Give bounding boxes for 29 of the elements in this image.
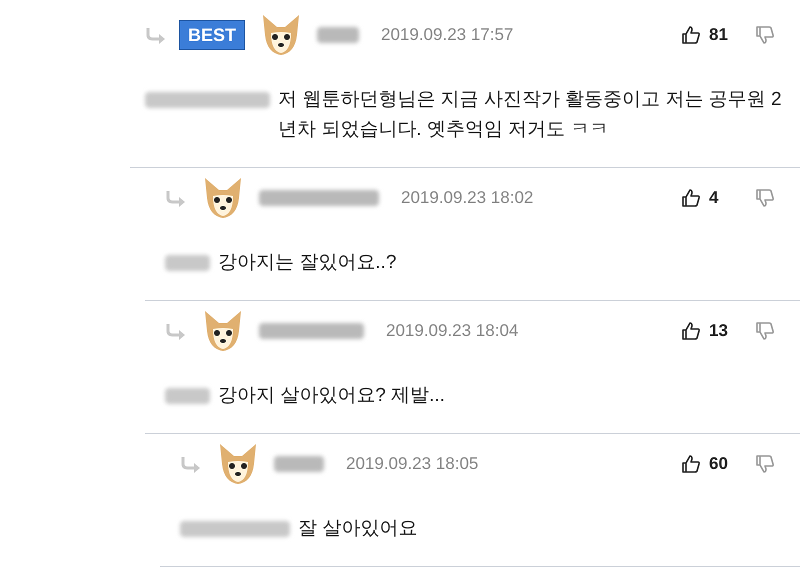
like-count: 13	[708, 320, 729, 342]
comment-date: 2019.09.23 18:04	[386, 320, 518, 342]
comment-text: 잘 살아있어요	[298, 517, 418, 541]
thumbs-down-icon[interactable]	[755, 25, 775, 45]
comment-date: 2019.09.23 18:02	[401, 187, 534, 210]
blurred-username	[165, 255, 210, 271]
comment-date: 2019.09.23 18:05	[346, 453, 478, 476]
thumbs-up-icon[interactable]	[681, 321, 701, 341]
blurred-username	[274, 456, 324, 472]
thumbs-down-icon[interactable]	[755, 188, 775, 208]
blurred-username	[165, 388, 210, 404]
thumbs-down-icon[interactable]	[755, 321, 775, 341]
comment-text: 저 웹툰하던형님은 지금 사진작가 활동중이고 저는 공무원 2년차 되었습니다. 옛추억임 저거도 ㅋㅋ	[278, 88, 783, 142]
blurred-username	[317, 27, 360, 43]
comment-date: 2019.09.23 17:57	[381, 24, 514, 46]
reply-arrow-icon	[180, 455, 202, 473]
like-count: 4	[708, 187, 720, 210]
comment-text: 강아지 살아있어요? 제발...	[218, 384, 445, 408]
thumbs-down-icon[interactable]	[755, 454, 775, 474]
best-badge: BEST	[179, 20, 246, 50]
reply-arrow-icon	[165, 189, 187, 207]
comment-text: 강아지는 잘있어요..?	[218, 251, 396, 275]
thumbs-up-icon[interactable]	[681, 25, 701, 45]
reply-arrow-icon	[165, 322, 187, 340]
reply-arrow-icon	[145, 26, 167, 44]
like-count: 60	[708, 453, 729, 476]
thumbs-up-icon[interactable]	[681, 454, 701, 474]
thumbs-up-icon[interactable]	[681, 188, 701, 208]
like-count: 81	[708, 24, 729, 46]
